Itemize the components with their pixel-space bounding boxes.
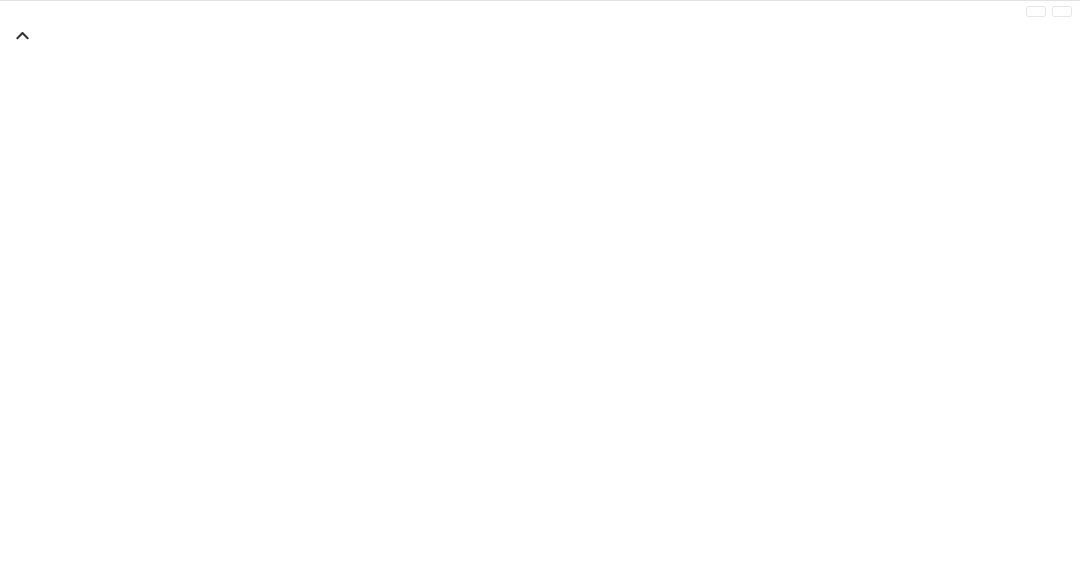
tree-plot-area[interactable] (0, 0, 1080, 524)
x-axis (0, 524, 1080, 567)
phylogeny-panel (0, 0, 1080, 567)
phylogenetic-tree[interactable] (0, 0, 1080, 524)
